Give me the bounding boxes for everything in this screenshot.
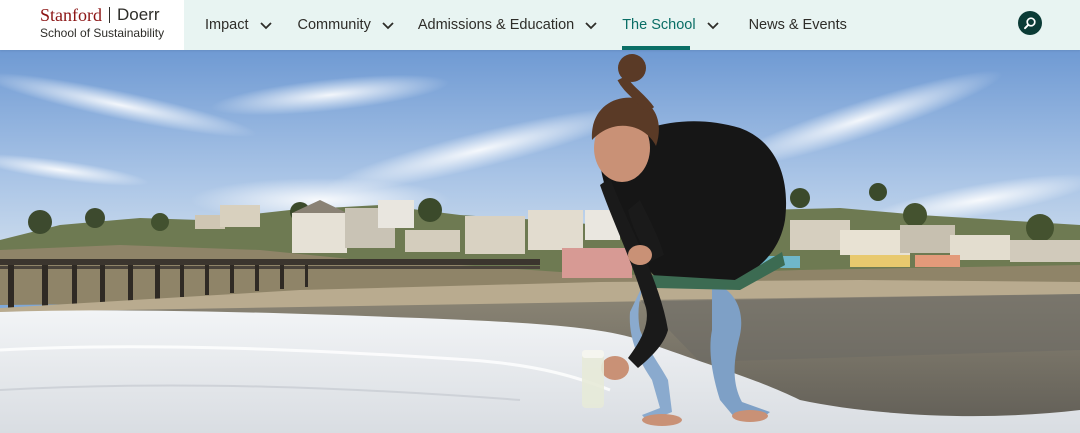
nav-item-label: News & Events	[748, 17, 847, 33]
nav-item-community[interactable]: Community	[298, 0, 395, 50]
nav-item-label: Community	[297, 17, 371, 33]
nav-item-label: Admissions & Education	[417, 17, 575, 33]
nav-item-news-events[interactable]: News & Events	[749, 0, 847, 50]
logo-divider	[109, 7, 110, 23]
logo-doerr: Doerr	[117, 5, 160, 24]
search-icon	[1024, 17, 1036, 30]
chevron-down-icon	[259, 22, 272, 30]
nav-item-impact[interactable]: Impact	[205, 0, 273, 50]
researcher-sampling-seawater-photo	[0, 50, 1080, 433]
page: Stanford Doerr School of Sustainability …	[0, 0, 1080, 433]
nav-item-admissions-education[interactable]: Admissions & Education	[418, 0, 598, 50]
logo-subtitle: School of Sustainability	[40, 26, 165, 40]
logo-wordmark: Stanford Doerr	[40, 5, 184, 25]
site-logo[interactable]: Stanford Doerr School of Sustainability	[0, 0, 184, 50]
site-header: Stanford Doerr School of Sustainability …	[0, 0, 1080, 50]
search-button[interactable]	[1018, 11, 1042, 35]
chevron-down-icon	[382, 22, 394, 30]
logo-stanford: Stanford	[40, 5, 102, 25]
chevron-down-icon	[706, 22, 719, 30]
nav-item-label: Impact	[205, 17, 249, 33]
main-nav: Impact Community Admissions & Education …	[205, 0, 847, 50]
chevron-down-icon	[585, 22, 597, 30]
nav-item-label: The School	[622, 17, 696, 33]
hero-image	[0, 50, 1080, 433]
nav-item-the-school[interactable]: The School	[622, 0, 719, 50]
